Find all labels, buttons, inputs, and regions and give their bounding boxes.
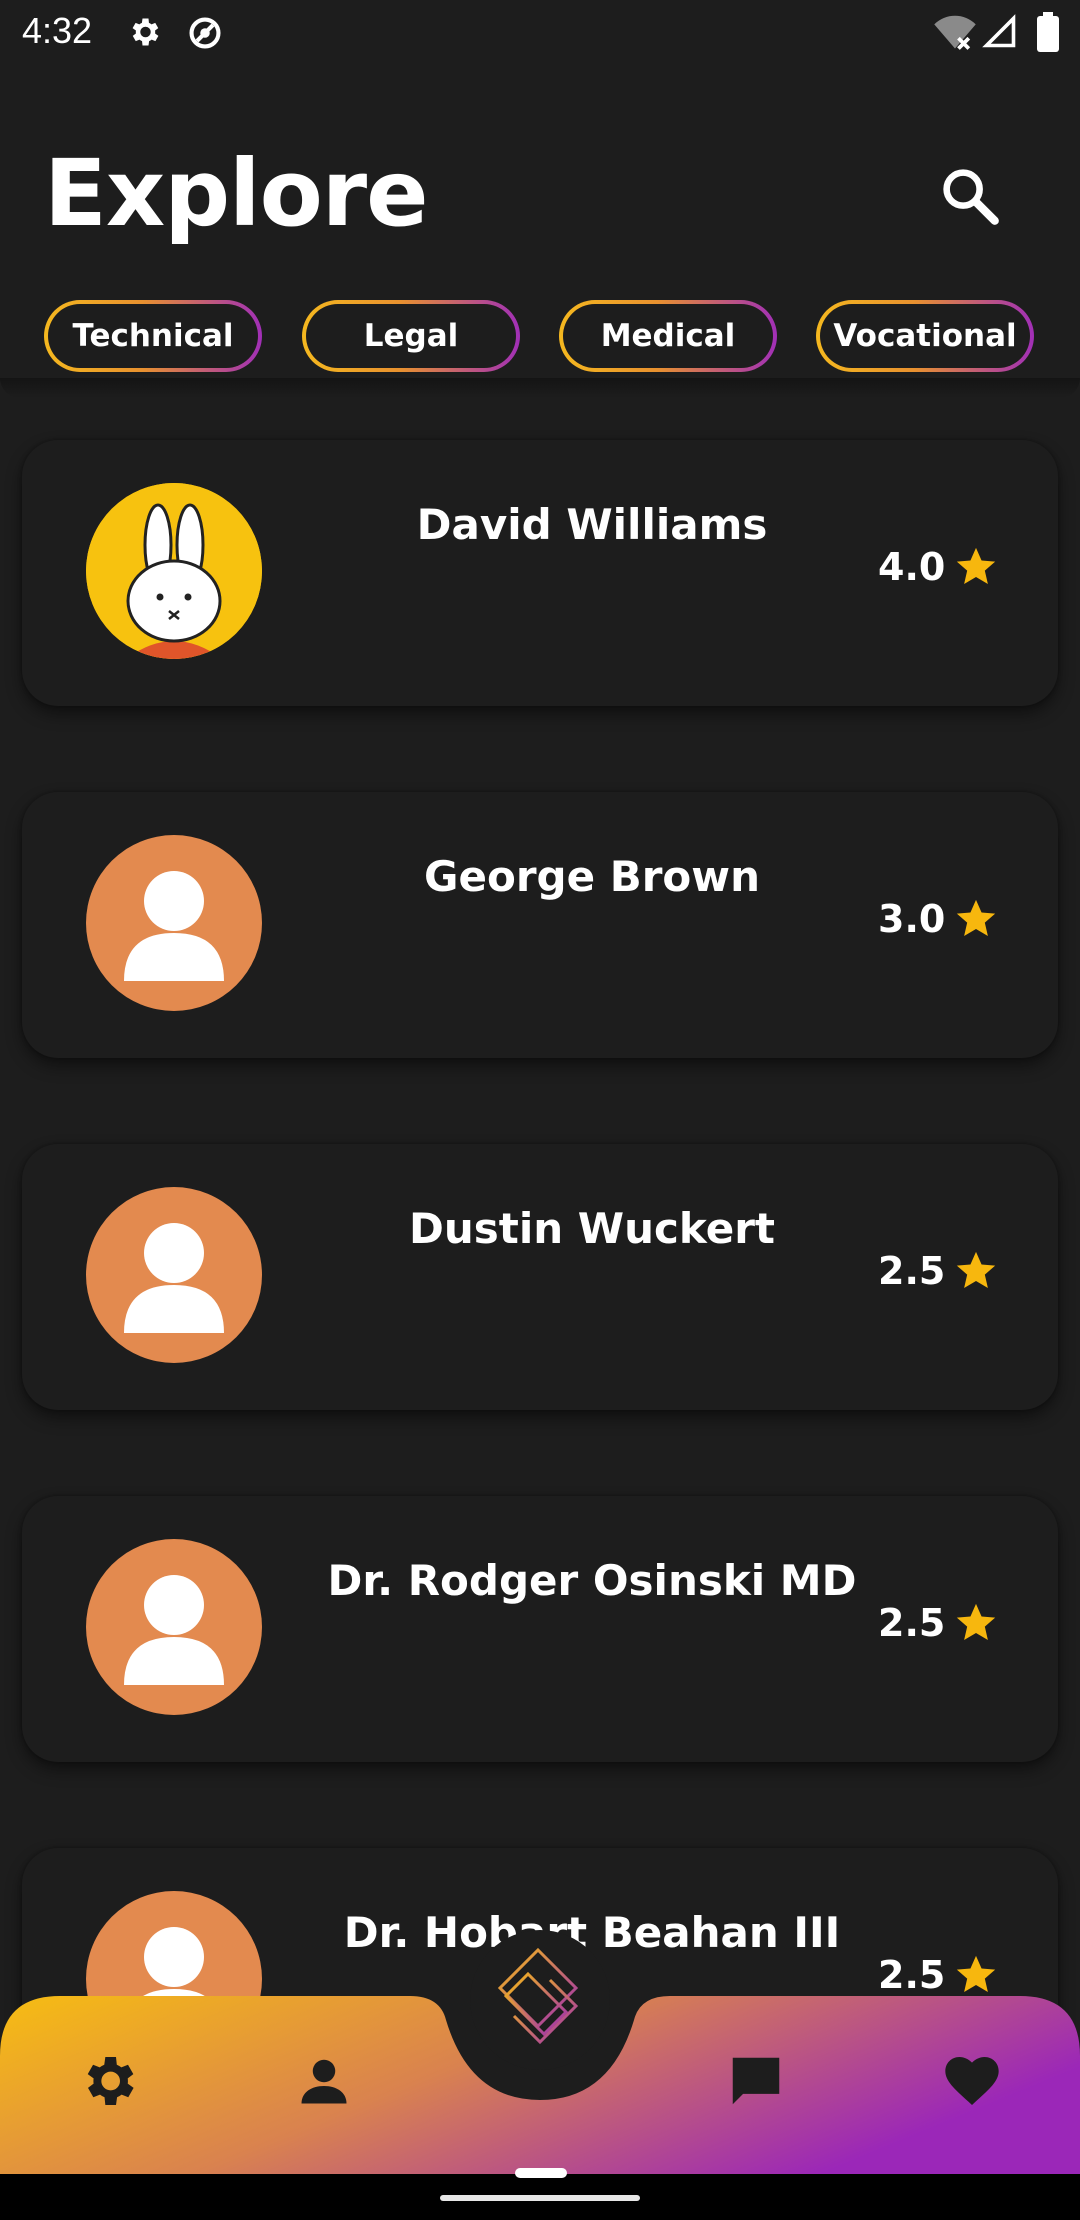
avatar — [86, 835, 262, 1011]
person-rating: 3.0 — [878, 896, 999, 942]
avatar — [86, 1539, 262, 1715]
rating-value: 2.5 — [878, 1953, 946, 1997]
chip-vocational[interactable]: Vocational — [816, 300, 1034, 372]
chip-label: Technical — [48, 304, 258, 368]
star-icon — [957, 547, 996, 585]
person-card[interactable]: David Williams 4.0 — [22, 440, 1058, 706]
search-icon — [943, 169, 999, 225]
person-placeholder-icon — [124, 1575, 224, 1685]
chip-medical[interactable]: Medical — [559, 300, 777, 372]
settings-status-icon — [132, 18, 159, 46]
person-rating: 2.5 — [878, 1600, 999, 1646]
chip-label: Vocational — [820, 304, 1030, 368]
chip-legal[interactable]: Legal — [302, 300, 520, 372]
person-rating: 4.0 — [878, 544, 999, 590]
nav-messages[interactable] — [711, 2036, 801, 2126]
star-icon — [957, 1251, 996, 1289]
person-name: Dr. Rodger Osinski MD — [327, 1556, 857, 1605]
status-bar: 4:32 — [0, 0, 1080, 66]
star-icon — [957, 899, 996, 937]
rating-value: 4.0 — [878, 545, 946, 589]
person-icon — [301, 2059, 347, 2104]
category-chips: Technical Legal Medical Vocational — [0, 300, 1080, 380]
person-placeholder-icon — [124, 1223, 224, 1333]
chip-label: Legal — [306, 304, 516, 368]
rating-value: 3.0 — [878, 897, 946, 941]
chip-label: Medical — [563, 304, 773, 368]
person-card[interactable]: George Brown 3.0 — [22, 792, 1058, 1058]
person-name: Dustin Wuckert — [409, 1204, 775, 1253]
miffy-avatar-icon — [86, 483, 262, 659]
rating-value: 2.5 — [878, 1601, 946, 1645]
heart-icon — [945, 2057, 999, 2105]
chip-technical[interactable]: Technical — [44, 300, 262, 372]
chips-divider — [0, 378, 1080, 398]
nav-settings[interactable] — [63, 2036, 153, 2126]
page-title: Explore — [44, 140, 429, 247]
person-name: George Brown — [424, 852, 760, 901]
nav-favorites[interactable] — [927, 2036, 1017, 2126]
person-rating: 2.5 — [878, 1952, 999, 1998]
chat-icon — [732, 2057, 780, 2105]
search-button[interactable] — [930, 156, 1010, 236]
nav-profile[interactable] — [279, 2036, 369, 2126]
home-indicator[interactable] — [440, 2195, 640, 2201]
home-logo-button[interactable] — [470, 1930, 610, 2070]
app-logo-icon — [497, 1947, 579, 2045]
avatar — [86, 483, 262, 659]
person-name: David Williams — [416, 500, 768, 549]
rating-value: 2.5 — [878, 1249, 946, 1293]
cellular-signal-icon — [982, 14, 1016, 48]
star-icon — [957, 1603, 996, 1641]
data-saver-icon — [189, 17, 221, 49]
avatar — [86, 1187, 262, 1363]
person-placeholder-icon — [124, 871, 224, 981]
person-rating: 2.5 — [878, 1248, 999, 1294]
battery-icon — [1037, 12, 1059, 52]
star-icon — [957, 1955, 996, 1993]
wifi-off-icon — [934, 15, 976, 50]
person-card[interactable]: Dustin Wuckert 2.5 — [22, 1144, 1058, 1410]
person-card[interactable]: Dr. Rodger Osinski MD 2.5 — [22, 1496, 1058, 1762]
settings-icon — [87, 2057, 134, 2105]
selected-indicator — [515, 2168, 567, 2178]
status-time: 4:32 — [22, 10, 93, 51]
